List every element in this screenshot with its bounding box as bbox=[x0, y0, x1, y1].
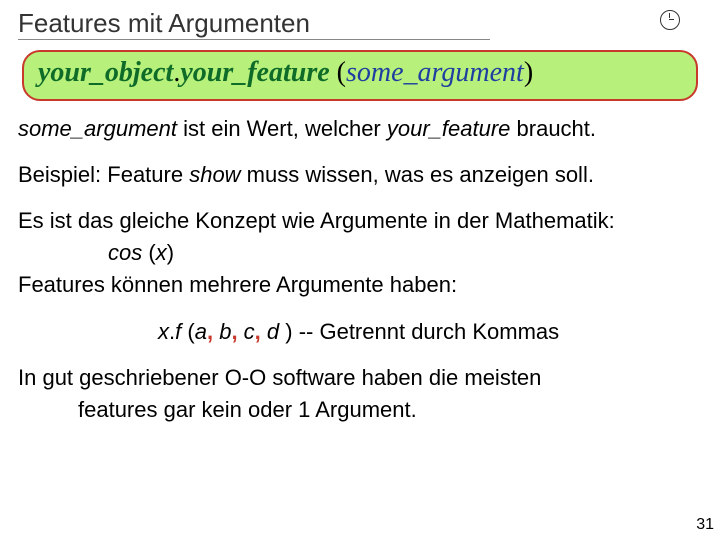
p3b-close: ) bbox=[167, 240, 174, 265]
p1-mid: ist ein Wert, welcher bbox=[177, 116, 387, 141]
p2-show: show bbox=[189, 162, 240, 187]
para-1: some_argument ist ein Wert, welcher your… bbox=[18, 115, 702, 143]
code-argument: some_argument bbox=[346, 57, 524, 88]
body-text: some_argument ist ein Wert, welcher your… bbox=[18, 115, 702, 424]
p5-open: ( bbox=[181, 319, 194, 344]
p1-end: braucht. bbox=[510, 116, 596, 141]
para-4: Features können mehrere Argumente haben: bbox=[18, 271, 702, 299]
p5-b: b bbox=[219, 319, 231, 344]
p5-c2: , bbox=[231, 319, 243, 344]
slide: Features mit Argumenten your_object.your… bbox=[0, 0, 720, 540]
p5-a: a bbox=[195, 319, 207, 344]
p2-c: muss wissen, was es anzeigen soll. bbox=[241, 162, 594, 187]
slide-title: Features mit Argumenten bbox=[18, 8, 310, 41]
para-6a: In gut geschriebener O-O software haben … bbox=[18, 364, 702, 392]
p3b-cos: cos bbox=[108, 240, 142, 265]
para-3b: cos (x) bbox=[18, 239, 702, 267]
title-row: Features mit Argumenten bbox=[18, 8, 702, 41]
p1-arg: some_argument bbox=[18, 116, 177, 141]
p5-close: ) bbox=[285, 319, 292, 344]
code-object: your_object bbox=[38, 57, 173, 88]
para-5: x.f (a, b, c, d ) -- Getrennt durch Komm… bbox=[18, 318, 702, 346]
page-number: 31 bbox=[696, 516, 714, 534]
clock-icon bbox=[660, 10, 680, 30]
para-2: Beispiel: Feature show muss wissen, was … bbox=[18, 161, 702, 189]
p5-c: c bbox=[244, 319, 255, 344]
p5-d: d bbox=[267, 319, 285, 344]
p3b-x: x bbox=[156, 240, 167, 265]
code-feature: your_feature bbox=[180, 57, 329, 88]
code-callout: your_object.your_feature (some_argument) bbox=[22, 50, 698, 101]
p1-feat: your_feature bbox=[387, 116, 511, 141]
p5-c1: , bbox=[207, 319, 219, 344]
p2-a: Beispiel: Feature bbox=[18, 162, 189, 187]
code-close: ) bbox=[524, 57, 533, 88]
code-open: ( bbox=[330, 57, 346, 88]
p5-x: x bbox=[158, 319, 169, 344]
para-6b: features gar kein oder 1 Argument. bbox=[18, 396, 702, 424]
para-3: Es ist das gleiche Konzept wie Argumente… bbox=[18, 207, 702, 235]
p3b-open: ( bbox=[142, 240, 155, 265]
p5-comment: -- Getrennt durch Kommas bbox=[293, 319, 560, 344]
p5-c3: , bbox=[255, 319, 267, 344]
